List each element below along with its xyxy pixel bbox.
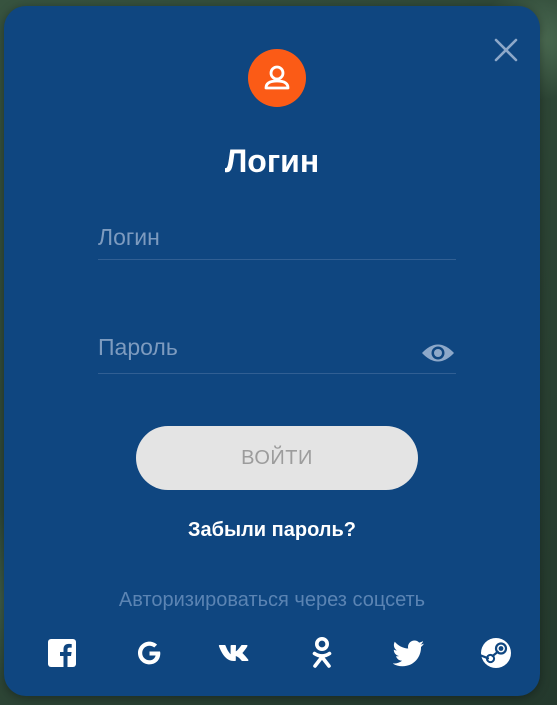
login-input[interactable]: [98, 219, 456, 259]
odnoklassniki-icon: [313, 637, 332, 668]
forgot-password-link[interactable]: Забыли пароль?: [4, 519, 540, 542]
twitter-icon: [393, 640, 425, 667]
facebook-icon: [48, 639, 76, 667]
eye-icon: [422, 344, 454, 362]
social-login-row: [44, 634, 514, 672]
avatar: [248, 49, 306, 107]
twitter-button[interactable]: [391, 635, 427, 671]
steam-icon: [479, 638, 511, 668]
facebook-button[interactable]: [44, 635, 80, 671]
show-password-button[interactable]: [420, 340, 456, 366]
close-icon: [494, 38, 518, 62]
dialog-title: Логин: [224, 143, 320, 179]
google-button[interactable]: [131, 635, 167, 671]
odnoklassniki-button[interactable]: [304, 635, 340, 671]
social-login-caption: Авторизироваться через соцсеть: [118, 589, 426, 611]
login-field: [98, 219, 456, 260]
user-icon: [264, 65, 290, 90]
login-dialog: Логин ВОЙТИ Забыли пароль? Авторизироват…: [4, 6, 540, 696]
close-button[interactable]: [492, 36, 520, 64]
google-icon: [137, 641, 161, 665]
login-button[interactable]: ВОЙТИ: [136, 426, 418, 490]
vk-button[interactable]: [218, 635, 254, 671]
password-input[interactable]: [98, 326, 398, 373]
steam-button[interactable]: [478, 635, 514, 671]
password-field: [98, 326, 456, 374]
vk-icon: [218, 645, 249, 661]
